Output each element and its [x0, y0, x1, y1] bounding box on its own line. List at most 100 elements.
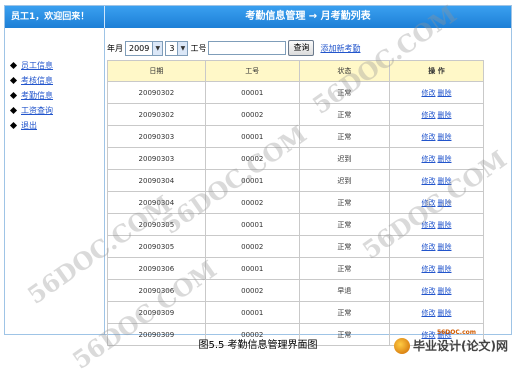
edit-link[interactable]: 修改: [421, 133, 435, 141]
delete-link[interactable]: 删除: [437, 309, 451, 317]
status-cell: 正常: [298, 301, 390, 324]
employee-no-cell: 00001: [204, 81, 300, 104]
sidebar-item-employee-info[interactable]: 员工信息: [9, 58, 53, 73]
column-header-date: 日期: [107, 60, 206, 82]
date-cell: 20090304: [107, 191, 206, 214]
actions-cell: 修改 删除: [388, 213, 485, 236]
add-attendance-link[interactable]: 添加新考勤: [320, 43, 360, 54]
sidebar-item-attendance-info[interactable]: 考勤信息: [9, 88, 53, 103]
delete-link[interactable]: 删除: [437, 287, 451, 295]
edit-link[interactable]: 修改: [421, 199, 435, 207]
month-select-value: 3: [169, 43, 175, 53]
table-header-row: 日期 工号 状态 操 作: [107, 60, 485, 82]
employee-no-cell: 00002: [204, 103, 300, 126]
employee-no-cell: 00001: [204, 125, 300, 148]
edit-link[interactable]: 修改: [421, 243, 435, 251]
date-cell: 20090302: [107, 81, 206, 104]
employee-no-cell: 00002: [204, 279, 300, 302]
edit-link[interactable]: 修改: [421, 309, 435, 317]
status-cell: 正常: [298, 213, 390, 236]
delete-link[interactable]: 删除: [437, 133, 451, 141]
delete-link[interactable]: 删除: [437, 111, 451, 119]
actions-cell: 修改 删除: [388, 235, 485, 258]
delete-link[interactable]: 删除: [437, 155, 451, 163]
edit-link[interactable]: 修改: [421, 111, 435, 119]
year-month-label: 年月: [107, 43, 123, 53]
column-header-employee-no: 工号: [204, 60, 300, 82]
date-cell: 20090309: [107, 301, 206, 324]
logo-text: 毕业设计(论文)网: [413, 339, 508, 353]
date-cell: 20090305: [107, 235, 206, 258]
edit-link[interactable]: 修改: [421, 287, 435, 295]
page-title: 考勤信息管理 → 月考勤列表: [245, 11, 371, 22]
attendance-table: 日期 工号 状态 操 作 20090302 00001 正常 修改 删除 20090302…: [107, 60, 485, 346]
employee-no-cell: 00001: [204, 257, 300, 280]
status-cell: 正常: [298, 81, 390, 104]
sidebar-item-label[interactable]: 员工信息: [21, 58, 53, 73]
table-row: 20090304 00001 迟到 修改 删除: [107, 169, 485, 192]
delete-link[interactable]: 删除: [437, 177, 451, 185]
sidebar-item-label[interactable]: 退出: [21, 118, 37, 133]
status-cell: 正常: [298, 103, 390, 126]
actions-cell: 修改 删除: [388, 279, 485, 302]
sidebar: 员工信息 考核信息 考勤信息 工资查询 退出: [5, 28, 105, 334]
date-cell: 20090306: [107, 279, 206, 302]
table-row: 20090309 00001 正常 修改 删除: [107, 301, 485, 324]
employee-no-cell: 00001: [204, 301, 300, 324]
sidebar-item-label[interactable]: 考核信息: [21, 73, 53, 88]
status-cell: 正常: [298, 191, 390, 214]
table-row: 20090302 00001 正常 修改 删除: [107, 81, 485, 104]
edit-link[interactable]: 修改: [421, 265, 435, 273]
sidebar-item-assessment-info[interactable]: 考核信息: [9, 73, 53, 88]
sidebar-item-label[interactable]: 考勤信息: [21, 88, 53, 103]
actions-cell: 修改 删除: [388, 301, 485, 324]
employee-no-cell: 00002: [204, 191, 300, 214]
sidebar-item-salary-query[interactable]: 工资查询: [9, 103, 53, 118]
actions-cell: 修改 删除: [388, 191, 485, 214]
sidebar-nav: 员工信息 考核信息 考勤信息 工资查询 退出: [9, 58, 53, 133]
delete-link[interactable]: 删除: [437, 265, 451, 273]
employee-no-cell: 00002: [204, 235, 300, 258]
year-select[interactable]: 2009 ▼: [125, 40, 164, 56]
delete-link[interactable]: 删除: [437, 89, 451, 97]
sidebar-item-logout[interactable]: 退出: [9, 118, 53, 133]
bullet-icon: [9, 76, 18, 85]
bullet-icon: [9, 91, 18, 100]
edit-link[interactable]: 修改: [421, 221, 435, 229]
delete-link[interactable]: 删除: [437, 243, 451, 251]
employee-no-input[interactable]: [208, 41, 287, 55]
logo-site-text: 56DOC.com: [436, 329, 476, 336]
sidebar-item-label[interactable]: 工资查询: [21, 103, 53, 118]
bullet-icon: [9, 106, 18, 115]
month-select[interactable]: 3 ▼: [165, 40, 189, 56]
edit-link[interactable]: 修改: [421, 89, 435, 97]
actions-cell: 修改 删除: [388, 125, 485, 148]
bullet-icon: [9, 121, 18, 130]
edit-link[interactable]: 修改: [421, 177, 435, 185]
greeting-text: 员工1，欢迎回来！: [5, 6, 105, 28]
date-cell: 20090302: [107, 103, 206, 126]
status-cell: 迟到: [298, 147, 390, 170]
search-button[interactable]: 查询: [288, 40, 315, 56]
employee-no-cell: 00001: [204, 213, 300, 236]
edit-link[interactable]: 修改: [421, 155, 435, 163]
status-cell: 正常: [298, 257, 390, 280]
employee-no-cell: 00001: [204, 169, 300, 192]
delete-link[interactable]: 删除: [437, 221, 451, 229]
table-row: 20090302 00002 正常 修改 删除: [107, 103, 485, 126]
delete-link[interactable]: 删除: [437, 199, 451, 207]
table-row: 20090303 00001 正常 修改 删除: [107, 125, 485, 148]
table-row: 20090305 00002 正常 修改 删除: [107, 235, 485, 258]
actions-cell: 修改 删除: [388, 103, 485, 126]
chevron-down-icon[interactable]: ▼: [152, 41, 163, 55]
date-cell: 20090303: [107, 147, 206, 170]
status-cell: 正常: [298, 235, 390, 258]
table-row: 20090303 00002 迟到 修改 删除: [107, 147, 485, 170]
table-row: 20090306 00001 正常 修改 删除: [107, 257, 485, 280]
date-cell: 20090306: [107, 257, 206, 280]
column-header-actions: 操 作: [388, 60, 485, 82]
table-row: 20090305 00001 正常 修改 删除: [107, 213, 485, 236]
date-cell: 20090303: [107, 125, 206, 148]
table-body: 20090302 00001 正常 修改 删除 20090302 00002 正常 修改 删除 20…: [107, 81, 485, 346]
chevron-down-icon[interactable]: ▼: [177, 41, 188, 55]
